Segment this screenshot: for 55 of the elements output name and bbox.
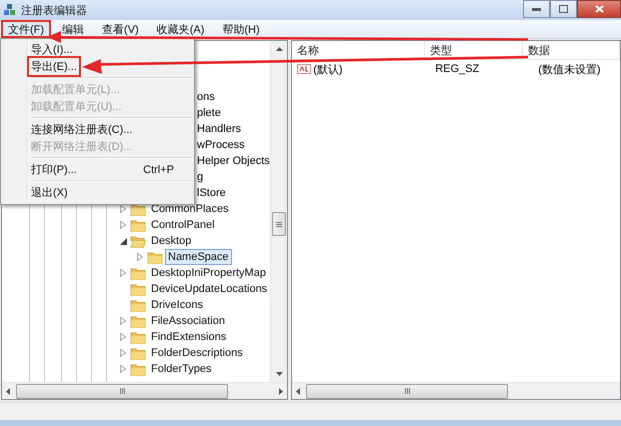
tree-item[interactable]: CommonPlaces <box>148 201 232 217</box>
tree-item-text: g <box>197 171 204 183</box>
minimize-icon <box>532 8 541 10</box>
maximize-button[interactable] <box>550 0 577 18</box>
scroll-up-icon <box>276 47 283 51</box>
menu-item[interactable]: 文件(F) <box>1 20 52 38</box>
scroll-down-icon <box>276 372 283 376</box>
menu-item[interactable]: 编辑 <box>55 20 92 38</box>
grip-icon <box>404 388 410 394</box>
scroll-thumb[interactable] <box>306 384 508 398</box>
grip-icon <box>120 388 124 394</box>
tree-item[interactable]: DriveIcons <box>148 297 206 313</box>
menu-option[interactable]: 连接网络注册表(C)... <box>1 121 194 138</box>
menu-item[interactable]: 帮助(H) <box>215 20 267 38</box>
value-type: REG_SZ <box>434 63 480 75</box>
shortcut-text: Ctrl+P <box>143 164 175 176</box>
vertical-scrollbar[interactable] <box>270 41 288 382</box>
maximize-icon <box>559 5 568 13</box>
menu-option[interactable]: 导出(E)... <box>1 58 194 75</box>
scroll-left-icon <box>296 388 300 394</box>
tree-item-text: wProcess <box>197 139 245 151</box>
menu-option[interactable]: 打印(P)... Ctrl+P <box>1 161 194 178</box>
tree-item-text: Handlers <box>197 123 242 135</box>
scroll-left-icon <box>6 388 10 394</box>
grip-icon <box>276 222 282 226</box>
tree-item[interactable]: ControlPanel <box>148 217 218 233</box>
menu-option[interactable]: 导入(I)... <box>1 41 194 58</box>
tree-item-text: plete <box>197 107 221 119</box>
minimize-button[interactable] <box>523 0 550 18</box>
tree-item-text: ons <box>197 91 215 103</box>
tree-item[interactable]: Desktop <box>148 233 194 249</box>
tree-item[interactable]: FolderTypes <box>148 361 215 377</box>
registry-icon <box>3 3 17 17</box>
menu-item[interactable]: 收藏夹(A) <box>150 20 212 38</box>
scroll-right-icon <box>279 388 284 394</box>
close-icon <box>594 5 604 13</box>
value-name: (默认) <box>313 62 343 76</box>
tree-item[interactable]: FindExtensions <box>148 329 230 345</box>
tree-item-text: lStore <box>197 187 226 199</box>
close-button[interactable] <box>577 0 621 18</box>
value-data: (数值未设置) <box>537 62 601 76</box>
window-title: 注册表编辑器 <box>21 4 88 18</box>
tree-item[interactable]: FolderDescriptions <box>148 345 246 361</box>
horizontal-scrollbar[interactable] <box>2 382 288 399</box>
scroll-thumb[interactable] <box>272 212 286 236</box>
tree-item-text: Helper Objects <box>197 155 270 167</box>
tree-item[interactable]: DeviceUpdateLocations <box>148 281 270 297</box>
menu-option[interactable]: 退出(X) <box>1 184 194 201</box>
string-value-icon <box>297 63 312 75</box>
tree-item[interactable]: NameSpace <box>165 249 232 265</box>
tree-item[interactable]: FileAssociation <box>148 313 228 329</box>
horizontal-scrollbar[interactable] <box>292 382 620 399</box>
tree-item[interactable]: DesktopIniPropertyMap <box>148 265 269 281</box>
scroll-thumb[interactable] <box>16 384 228 398</box>
menu-item[interactable]: 查看(V) <box>95 20 146 38</box>
